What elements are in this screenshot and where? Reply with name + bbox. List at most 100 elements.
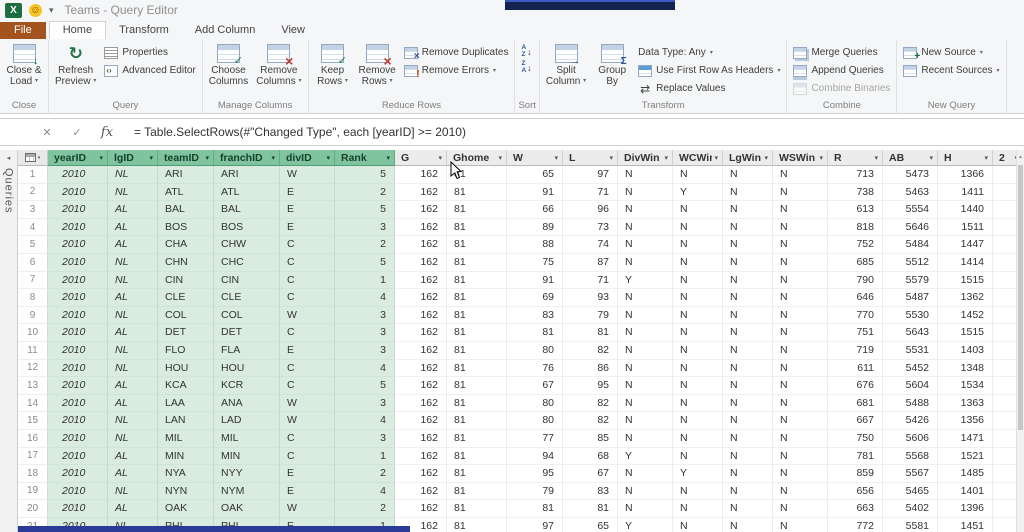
cell-H[interactable]: 1534 [938,377,993,395]
tab-view[interactable]: View [268,22,318,39]
cell-WSWin[interactable]: N [773,166,828,184]
cell-DivWin[interactable]: N [618,166,673,184]
row-number[interactable]: 17 [18,448,48,466]
cell-AB[interactable]: 5463 [883,184,938,202]
cell-L[interactable]: 81 [563,500,618,518]
expand-pane-icon[interactable]: ◂ [7,154,11,162]
cell-R[interactable]: 751 [828,324,883,342]
cell-WSWin[interactable]: N [773,219,828,237]
cell-W[interactable]: 83 [507,307,563,325]
row-number[interactable]: 14 [18,395,48,413]
cell-yearID[interactable]: 2010 [48,166,108,184]
cell-2[interactable] [993,430,1016,448]
cell-L[interactable]: 93 [563,289,618,307]
cell-AB[interactable]: 5530 [883,307,938,325]
cell-WSWin[interactable]: N [773,184,828,202]
cell-LgWin[interactable]: N [723,289,773,307]
cell-WCWin[interactable]: N [673,430,723,448]
column-header-teamID[interactable]: teamID▾ [158,150,214,166]
cell-divID[interactable]: C [280,360,335,378]
cell-W[interactable]: 80 [507,412,563,430]
use-first-row-as-headers-button[interactable]: Use First Row As Headers ▾ [635,62,783,79]
cell-WCWin[interactable]: N [673,219,723,237]
cell-R[interactable]: 713 [828,166,883,184]
cell-WCWin[interactable]: N [673,342,723,360]
row-number[interactable]: 1 [18,166,48,184]
cell-R[interactable]: 770 [828,307,883,325]
cell-teamID[interactable]: LAA [158,395,214,413]
cell-DivWin[interactable]: N [618,254,673,272]
cell-LgWin[interactable]: N [723,518,773,532]
cell-DivWin[interactable]: N [618,342,673,360]
cell-WCWin[interactable]: N [673,272,723,290]
column-header-2[interactable]: 2▾ [993,150,1016,166]
cell-AB[interactable]: 5643 [883,324,938,342]
filter-dropdown-icon[interactable]: ▾ [269,154,277,162]
cell-WSWin[interactable]: N [773,201,828,219]
cell-lgID[interactable]: NL [108,430,158,448]
cell-divID[interactable]: W [280,412,335,430]
cell-AB[interactable]: 5531 [883,342,938,360]
cell-2[interactable] [993,377,1016,395]
cell-yearID[interactable]: 2010 [48,360,108,378]
cell-Ghome[interactable]: 81 [447,483,507,501]
cell-W[interactable]: 79 [507,483,563,501]
cell-LgWin[interactable]: N [723,465,773,483]
cell-Ghome[interactable]: 81 [447,307,507,325]
filter-dropdown-icon[interactable]: ▾ [982,154,990,162]
cell-AB[interactable]: 5606 [883,430,938,448]
cell-G[interactable]: 162 [395,500,447,518]
filter-dropdown-icon[interactable]: ▾ [607,154,615,162]
tab-file[interactable]: File [0,22,46,39]
cell-LgWin[interactable]: N [723,166,773,184]
cell-WSWin[interactable]: N [773,518,828,532]
cell-H[interactable]: 1485 [938,465,993,483]
row-number[interactable]: 9 [18,307,48,325]
cell-divID[interactable]: C [280,377,335,395]
cell-divID[interactable]: W [280,395,335,413]
cell-L[interactable]: 83 [563,483,618,501]
cell-AB[interactable]: 5402 [883,500,938,518]
cell-AB[interactable]: 5473 [883,166,938,184]
cell-Rank[interactable]: 5 [335,254,395,272]
cell-G[interactable]: 162 [395,289,447,307]
cell-teamID[interactable]: MIL [158,430,214,448]
cell-franchID[interactable]: CHW [214,236,280,254]
sort-descending-button[interactable]: ZA ↓ [518,60,534,75]
cell-franchID[interactable]: COL [214,307,280,325]
cell-2[interactable] [993,518,1016,532]
cell-yearID[interactable]: 2010 [48,219,108,237]
cell-lgID[interactable]: AL [108,500,158,518]
cell-DivWin[interactable]: N [618,201,673,219]
column-header-L[interactable]: L▾ [563,150,618,166]
cell-divID[interactable]: C [280,272,335,290]
cell-G[interactable]: 162 [395,342,447,360]
cell-2[interactable] [993,342,1016,360]
cell-WSWin[interactable]: N [773,465,828,483]
cell-2[interactable] [993,483,1016,501]
cell-DivWin[interactable]: N [618,360,673,378]
cell-yearID[interactable]: 2010 [48,236,108,254]
cell-G[interactable]: 162 [395,377,447,395]
cell-G[interactable]: 162 [395,360,447,378]
cell-L[interactable]: 96 [563,201,618,219]
row-number[interactable]: 15 [18,412,48,430]
cell-R[interactable]: 681 [828,395,883,413]
cell-yearID[interactable]: 2010 [48,307,108,325]
remove-errors-button[interactable]: Remove Errors ▾ [401,62,512,79]
advanced-editor-button[interactable]: Advanced Editor [101,62,198,79]
cell-AB[interactable]: 5484 [883,236,938,254]
cell-teamID[interactable]: ATL [158,184,214,202]
cell-W[interactable]: 67 [507,377,563,395]
filter-dropdown-icon[interactable]: ▾ [872,154,880,162]
cell-WSWin[interactable]: N [773,360,828,378]
cell-G[interactable]: 162 [395,201,447,219]
cell-Ghome[interactable]: 81 [447,465,507,483]
cell-yearID[interactable]: 2010 [48,412,108,430]
cell-WCWin[interactable]: N [673,324,723,342]
cell-2[interactable] [993,448,1016,466]
cell-franchID[interactable]: NYY [214,465,280,483]
column-header-W[interactable]: W▾ [507,150,563,166]
scroll-up-icon[interactable]: ▲ [1017,150,1024,163]
cell-yearID[interactable]: 2010 [48,324,108,342]
